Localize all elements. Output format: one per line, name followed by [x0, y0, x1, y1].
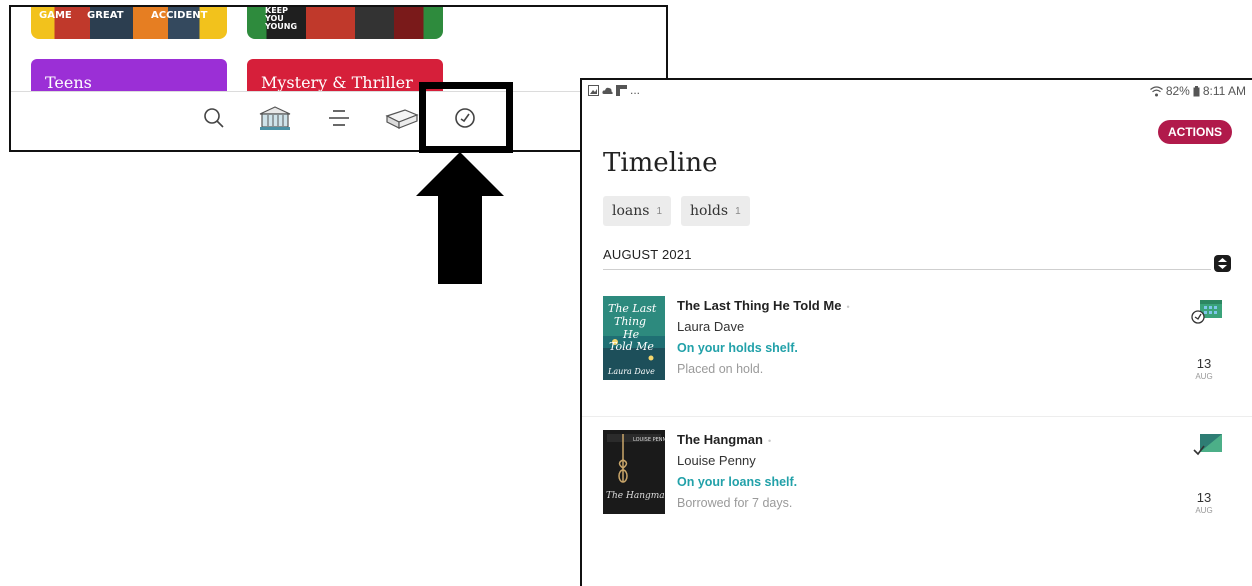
menu-icon[interactable]	[322, 103, 356, 133]
title-dot: •	[767, 436, 772, 446]
filter-chip-holds[interactable]: holds 1	[681, 196, 750, 226]
entry-date-day: 13	[1196, 490, 1212, 505]
highlight-box	[419, 82, 513, 153]
entry-status: On your loans shelf.	[677, 475, 798, 489]
filter-chip-loans[interactable]: loans 1	[603, 196, 672, 226]
chip-label: loans	[612, 203, 650, 219]
entry-date-month: AUG	[1195, 372, 1213, 381]
bottom-nav-bar	[11, 91, 666, 148]
borrowed-book-icon[interactable]	[1190, 434, 1222, 458]
search-icon[interactable]	[197, 103, 231, 133]
genre-tile-mystery-thriller[interactable]: Mystery & Thriller	[247, 59, 443, 95]
tablet-screenshot: ... 82% 8:11 AM ACTIONS Timeline loans 1…	[580, 78, 1252, 586]
cover-text: GAME	[39, 10, 72, 21]
image-icon	[588, 84, 599, 96]
entry-date-day: 13	[1196, 356, 1212, 371]
cover-text: KEEP YOU YOUNG	[265, 6, 298, 31]
genre-label: Mystery & Thriller	[261, 73, 413, 92]
flipboard-icon	[616, 84, 627, 96]
svg-text:The Hangman: The Hangman	[606, 491, 665, 501]
book-title-text: The Last Thing He Told Me	[677, 298, 842, 313]
notification-ellipsis: ...	[630, 83, 641, 97]
genre-label: Teens	[45, 73, 92, 92]
svg-text:LOUISE PENNY: LOUISE PENNY	[633, 437, 665, 443]
shelf-icon[interactable]	[385, 103, 419, 133]
cover-text: ACCIDENT	[151, 10, 208, 21]
section-heading: AUGUST 2021	[603, 247, 692, 262]
svg-text:Thing: Thing	[614, 315, 646, 328]
clock: 8:11 AM	[1202, 84, 1246, 98]
chip-label: holds	[690, 203, 729, 219]
battery-icon	[1193, 85, 1200, 96]
timeline-entry[interactable]: The Last Thing He Told Me Laura Dave The…	[582, 294, 1252, 417]
arrow-up-icon	[416, 152, 504, 284]
book-title[interactable]: The Last Thing He Told Me •	[677, 298, 850, 313]
actions-button[interactable]: ACTIONS	[1158, 120, 1232, 144]
library-icon[interactable]	[258, 103, 292, 133]
phone-screenshot: GAME GREAT ACCIDENT KEEP YOU YOUNG Teens…	[9, 5, 668, 152]
system-status: 82% 8:11 AM	[1149, 84, 1246, 98]
hold-calendar-icon[interactable]	[1190, 300, 1222, 324]
wifi-icon	[1149, 85, 1163, 96]
status-bar: ... 82% 8:11 AM	[582, 80, 1252, 102]
book-cover-row[interactable]: KEEP YOU YOUNG	[247, 6, 443, 39]
chip-count: 1	[656, 205, 663, 217]
title-dot: •	[846, 302, 850, 312]
book-cover[interactable]: LOUISE PENNY The Hangman	[603, 430, 665, 514]
chip-count: 1	[735, 205, 741, 217]
entry-status: On your holds shelf.	[677, 341, 798, 355]
book-cover[interactable]: The Last Thing He Told Me Laura Dave	[603, 296, 665, 380]
notification-icons: ...	[588, 83, 640, 97]
entry-note: Borrowed for 7 days.	[677, 496, 793, 510]
timeline-entry[interactable]: LOUISE PENNY The Hangman The Hangman • Lo…	[582, 428, 1252, 538]
svg-text:Told Me: Told Me	[609, 340, 654, 353]
entry-note: Placed on hold.	[677, 362, 764, 376]
page-title: Timeline	[603, 148, 718, 178]
cover-text: GREAT	[87, 10, 124, 21]
svg-text:The Last: The Last	[608, 302, 657, 315]
nav-divider	[11, 91, 666, 92]
sort-toggle-icon[interactable]	[1214, 255, 1231, 272]
genre-tile-teens[interactable]: Teens	[31, 59, 227, 95]
battery-percent: 82%	[1165, 84, 1190, 98]
book-author: Louise Penny	[677, 453, 756, 468]
cloud-icon	[602, 87, 613, 94]
book-cover-row[interactable]: GAME GREAT ACCIDENT	[31, 7, 227, 39]
entry-date-month: AUG	[1195, 506, 1213, 515]
book-author: Laura Dave	[677, 319, 745, 334]
book-title[interactable]: The Hangman •	[677, 432, 771, 447]
svg-text:Laura Dave: Laura Dave	[607, 367, 655, 376]
section-divider	[603, 269, 1211, 270]
book-title-text: The Hangman	[677, 432, 763, 447]
